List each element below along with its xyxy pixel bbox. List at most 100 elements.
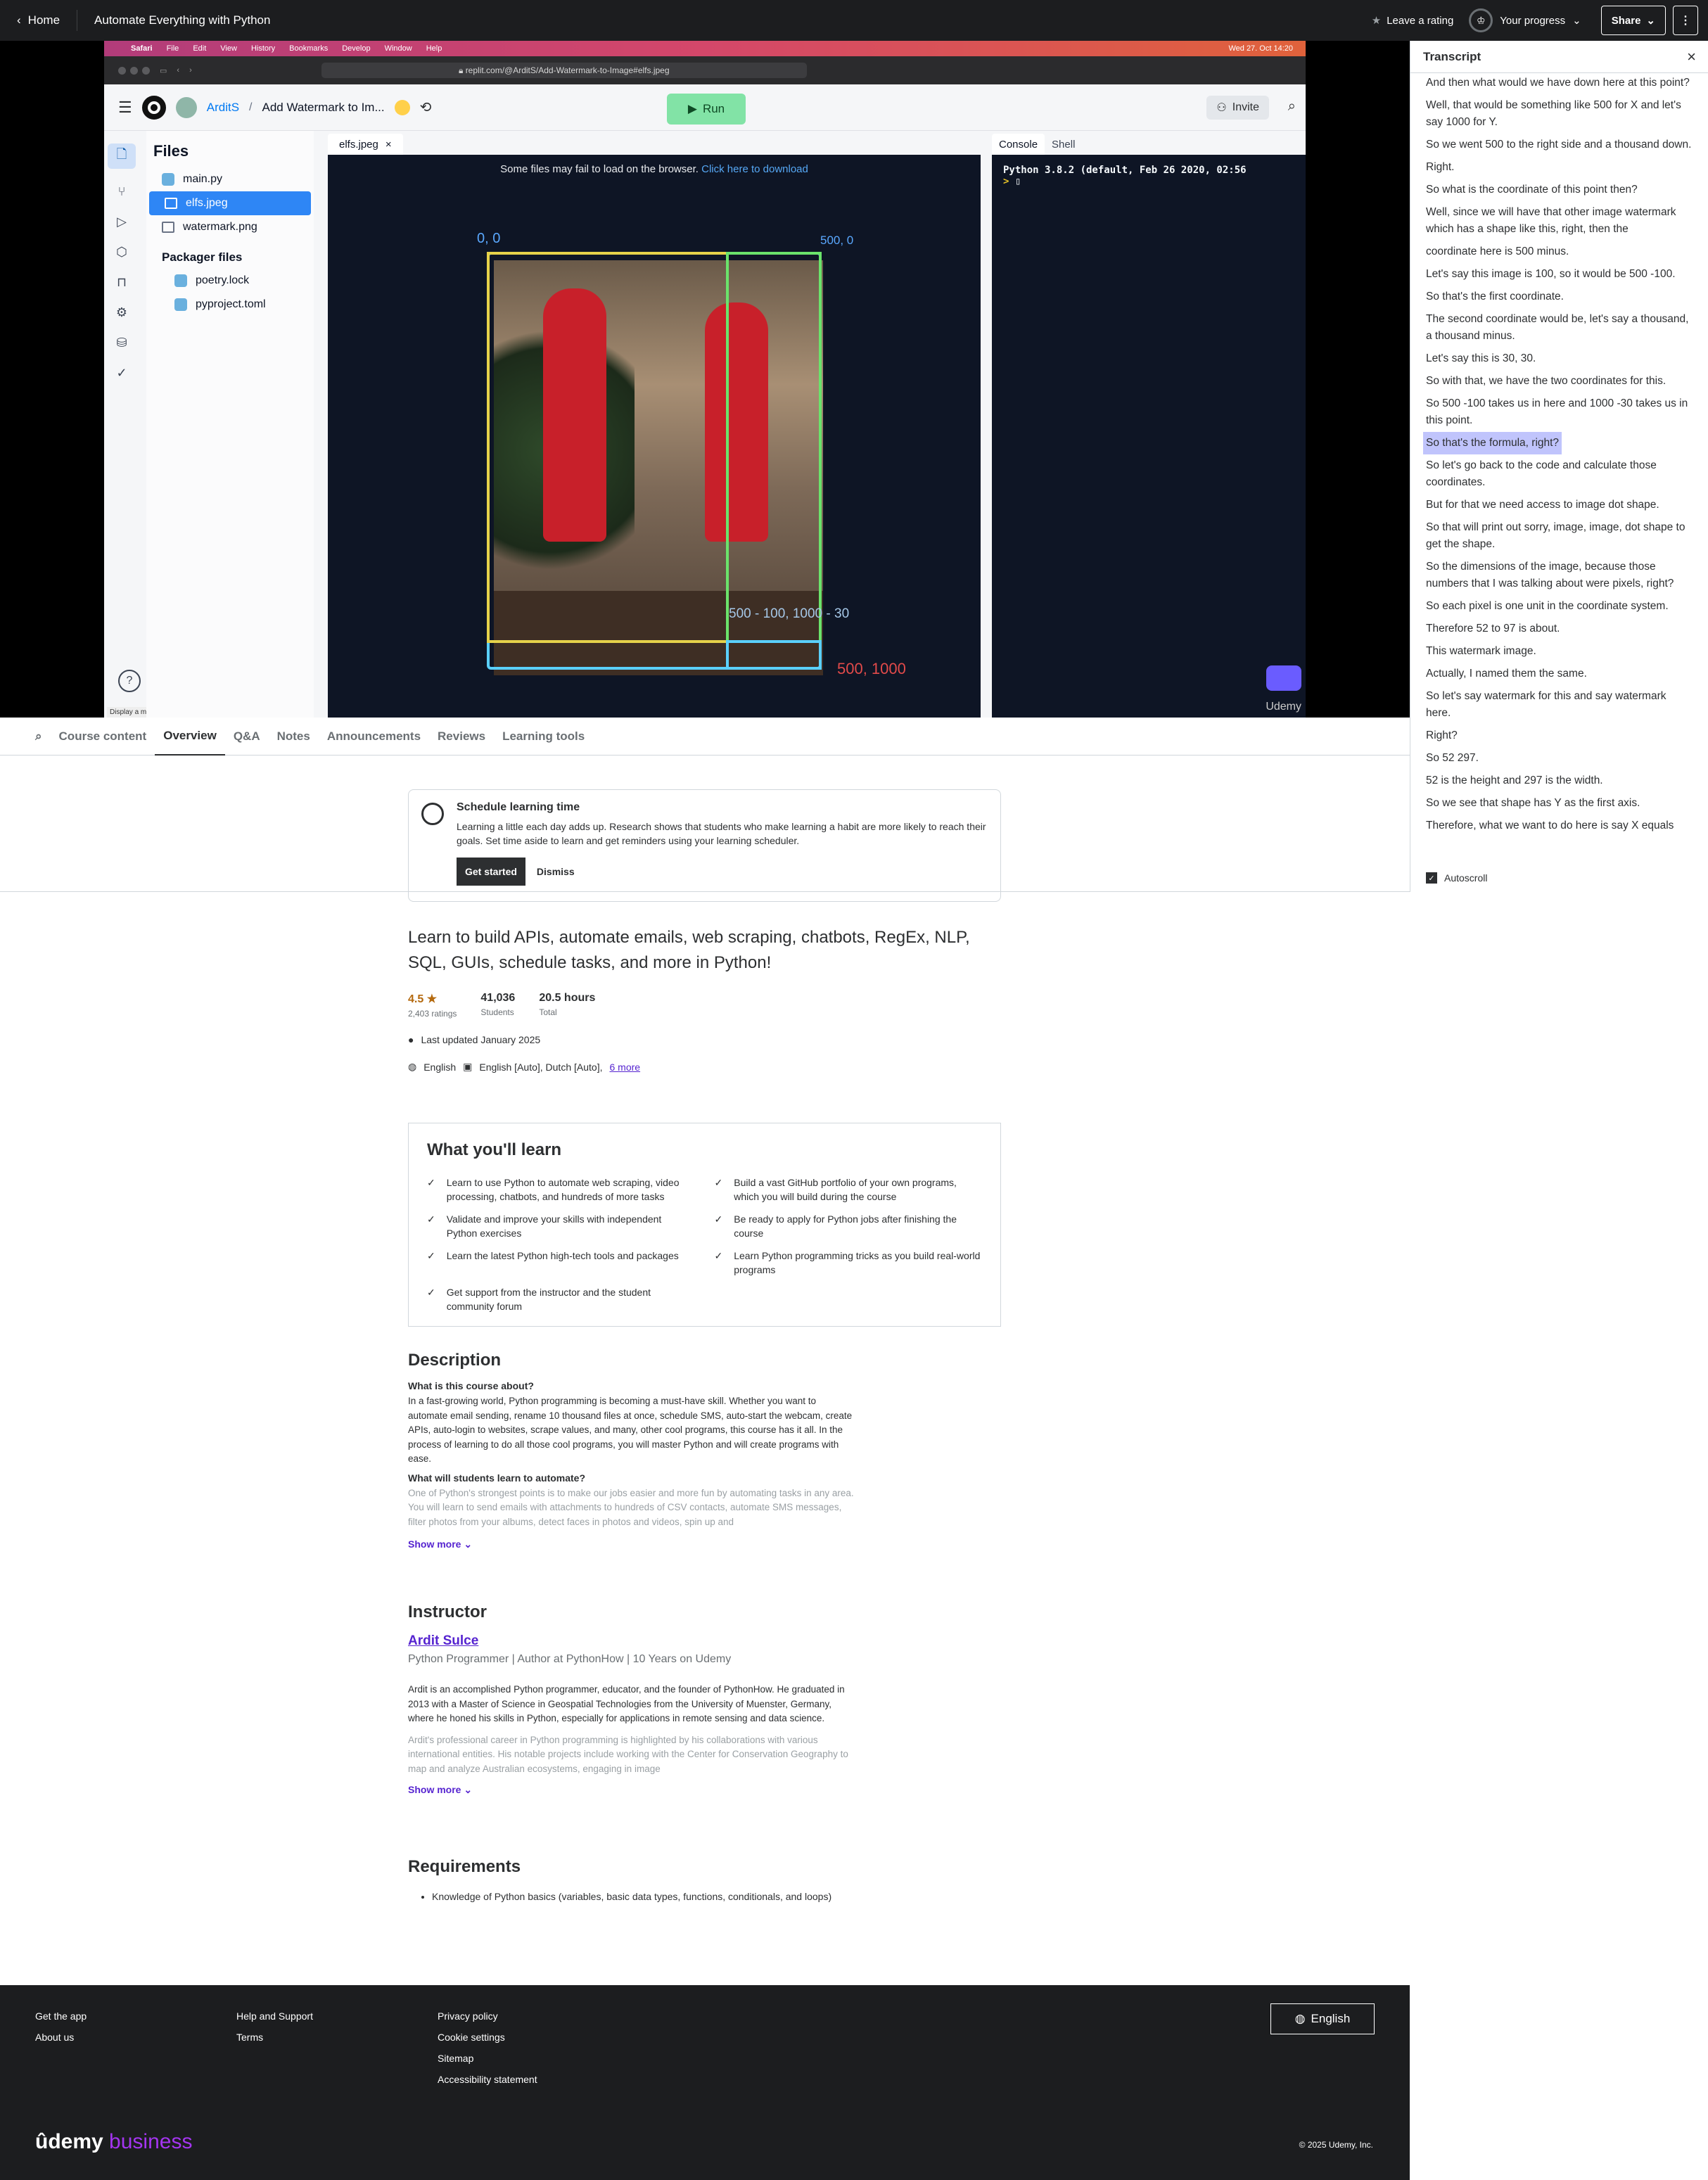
transcript-line[interactable]: So that will print out sorry, image, ima…: [1423, 516, 1696, 556]
transcript-line[interactable]: Right?: [1423, 725, 1696, 747]
debug-icon: ▷: [117, 215, 127, 229]
udemy-business-logo: ûdemy business: [35, 2130, 193, 2153]
trophy-icon: ♔: [1469, 8, 1493, 32]
notice: Some files may fail to load on the brows…: [500, 163, 808, 175]
show-more-button[interactable]: Show more ⌄: [408, 1784, 1001, 1796]
progress-button[interactable]: ♔ Your progress ⌄: [1469, 8, 1581, 32]
language-button[interactable]: ◍ English: [1270, 2003, 1375, 2034]
last-updated: ● Last updated January 2025: [408, 1034, 541, 1045]
check-icon: ✓: [116, 366, 127, 380]
course-languages: ◍ English ▣ English [Auto], Dutch [Auto], …: [408, 1061, 641, 1073]
footer-link[interactable]: Cookie settings: [438, 2032, 537, 2043]
udemy-watermark: Udemy: [1266, 701, 1301, 713]
add-user-icon: ⚇: [1216, 102, 1227, 114]
coord-label: 0, 0: [477, 231, 501, 246]
file-item: elfs.jpeg: [149, 191, 311, 215]
image-file-icon: [162, 222, 174, 233]
footer-link[interactable]: About us: [35, 2032, 87, 2043]
editor-tab: elfs.jpeg ×: [328, 134, 403, 155]
transcript-line[interactable]: Well, since we will have that other imag…: [1423, 201, 1696, 241]
instructor-name-link[interactable]: Ardit Sulce: [408, 1633, 1001, 1649]
check-icon: ✓: [427, 1177, 435, 1188]
transcript-line[interactable]: Let's say this is 30, 30.: [1423, 348, 1696, 370]
transcript-line[interactable]: So with that, we have the two coordinate…: [1423, 370, 1696, 393]
transcript-line[interactable]: So 52 297.: [1423, 747, 1696, 770]
footer-link[interactable]: Privacy policy: [438, 2010, 537, 2022]
instructor-section: Instructor Ardit Sulce Python Programmer…: [408, 1602, 1001, 1796]
file-item: pyproject.toml: [146, 293, 314, 317]
run-button: ▶ Run: [667, 94, 746, 125]
get-started-button[interactable]: Get started: [457, 858, 525, 886]
transcript-line[interactable]: Let's say this image is 100, so it would…: [1423, 263, 1696, 286]
footer-link[interactable]: Sitemap: [438, 2053, 537, 2064]
package-file-icon: [174, 274, 187, 287]
transcript-line[interactable]: And then what would we have down here at…: [1423, 72, 1696, 94]
transcript-line[interactable]: So each pixel is one unit in the coordin…: [1423, 595, 1696, 618]
learn-item: ✓ Be ready to apply for Python jobs after…: [714, 1213, 957, 1239]
transcript-lines: And then what would we have down here at…: [1410, 72, 1708, 837]
transcript-line[interactable]: But for that we need access to image dot…: [1423, 494, 1696, 516]
transcript-line[interactable]: So we see that shape has Y as the first …: [1423, 792, 1696, 815]
tab-announcements[interactable]: Announcements: [319, 718, 429, 756]
close-icon[interactable]: ×: [1687, 48, 1696, 66]
replit-header: ☰ ArditS / Add Watermark to Im... ⟲ ▶ Run…: [104, 84, 1306, 131]
transcript-line[interactable]: coordinate here is 500 minus.: [1423, 241, 1696, 263]
transcript-line[interactable]: So that's the formula, right?: [1423, 432, 1562, 454]
avatar: [175, 96, 197, 118]
transcript-line[interactable]: So 500 -100 takes us in here and 1000 -3…: [1423, 393, 1696, 432]
transcript-line[interactable]: This watermark image.: [1423, 640, 1696, 663]
search-icon[interactable]: ⌕: [27, 718, 51, 756]
image-viewer: elfs.jpeg × Some files may fail to load o…: [328, 131, 981, 718]
check-icon: ✓: [427, 1287, 435, 1298]
chat-icon: [1266, 665, 1301, 691]
secrets-lock-icon: ⊓: [116, 275, 127, 289]
footer-link[interactable]: Terms: [236, 2032, 313, 2043]
transcript-line[interactable]: So that's the first coordinate.: [1423, 286, 1696, 308]
more-languages-link[interactable]: 6 more: [609, 1062, 640, 1073]
autoscroll-toggle[interactable]: ✓ Autoscroll: [1410, 864, 1708, 892]
more-options-button[interactable]: ⋮: [1673, 6, 1698, 35]
tab-notes[interactable]: Notes: [269, 718, 319, 756]
transcript-line[interactable]: So let's go back to the code and calcula…: [1423, 454, 1696, 494]
transcript-line[interactable]: So we went 500 to the right side and a t…: [1423, 134, 1696, 156]
learn-item: ✓ Validate and improve your skills with i…: [427, 1213, 662, 1239]
transcript-line[interactable]: Therefore, what we want to do here is sa…: [1423, 815, 1696, 837]
globe-icon: ◍: [1294, 2012, 1306, 2025]
transcript-line[interactable]: So the dimensions of the image, because …: [1423, 556, 1696, 595]
replit-logo: [141, 95, 166, 120]
file-item: poetry.lock: [146, 269, 314, 293]
package-icon: ⬡: [116, 245, 127, 259]
tab-qa[interactable]: Q&A: [225, 718, 269, 756]
home-link[interactable]: ‹ Home: [0, 0, 77, 41]
share-button[interactable]: Share ⌄: [1600, 6, 1666, 35]
transcript-line[interactable]: Well, that would be something like 500 f…: [1423, 94, 1696, 134]
transcript-line[interactable]: Actually, I named them the same.: [1423, 663, 1696, 685]
show-more-button[interactable]: Show more ⌄: [408, 1538, 1001, 1550]
tab-overview[interactable]: Overview: [155, 718, 225, 756]
tab-learning-tools[interactable]: Learning tools: [494, 718, 593, 756]
transcript-line[interactable]: The second coordinate would be, let's sa…: [1423, 308, 1696, 348]
file-item: main.py: [146, 167, 314, 191]
dismiss-button[interactable]: Dismiss: [537, 866, 575, 877]
footer-link[interactable]: Get the app: [35, 2010, 87, 2022]
tab-course-content[interactable]: Course content: [51, 718, 155, 756]
footer-link[interactable]: Help and Support: [236, 2010, 313, 2022]
checkbox[interactable]: ✓: [1426, 872, 1437, 884]
console-pane: Console Shell Python 3.8.2 (default, Feb…: [992, 131, 1306, 718]
window-controls: [118, 66, 150, 75]
console-output: Python 3.8.2 (default, Feb 26 2020, 02:5…: [1003, 165, 1247, 187]
tab-reviews[interactable]: Reviews: [429, 718, 494, 756]
menu-icon: ☰: [118, 98, 132, 116]
course-tabs: ⌕ Course content Overview Q&A Notes Anno…: [0, 718, 1410, 756]
transcript-line[interactable]: Therefore 52 to 97 is about.: [1423, 618, 1696, 640]
transcript-line[interactable]: Right.: [1423, 156, 1696, 179]
leave-rating-button[interactable]: ★ Leave a rating: [1372, 14, 1454, 27]
transcript-line[interactable]: 52 is the height and 297 is the width.: [1423, 770, 1696, 792]
chevron-left-icon: ‹: [17, 13, 21, 27]
transcript-line[interactable]: So let's say watermark for this and say …: [1423, 685, 1696, 725]
description-section: Description What is this course about? I…: [408, 1351, 1001, 1550]
transcript-line[interactable]: So what is the coordinate of this point …: [1423, 179, 1696, 201]
learn-item: ✓ Get support from the instructor and the…: [427, 1287, 651, 1312]
files-icon: 🗋︎: [108, 144, 136, 169]
footer-link[interactable]: Accessibility statement: [438, 2074, 537, 2085]
